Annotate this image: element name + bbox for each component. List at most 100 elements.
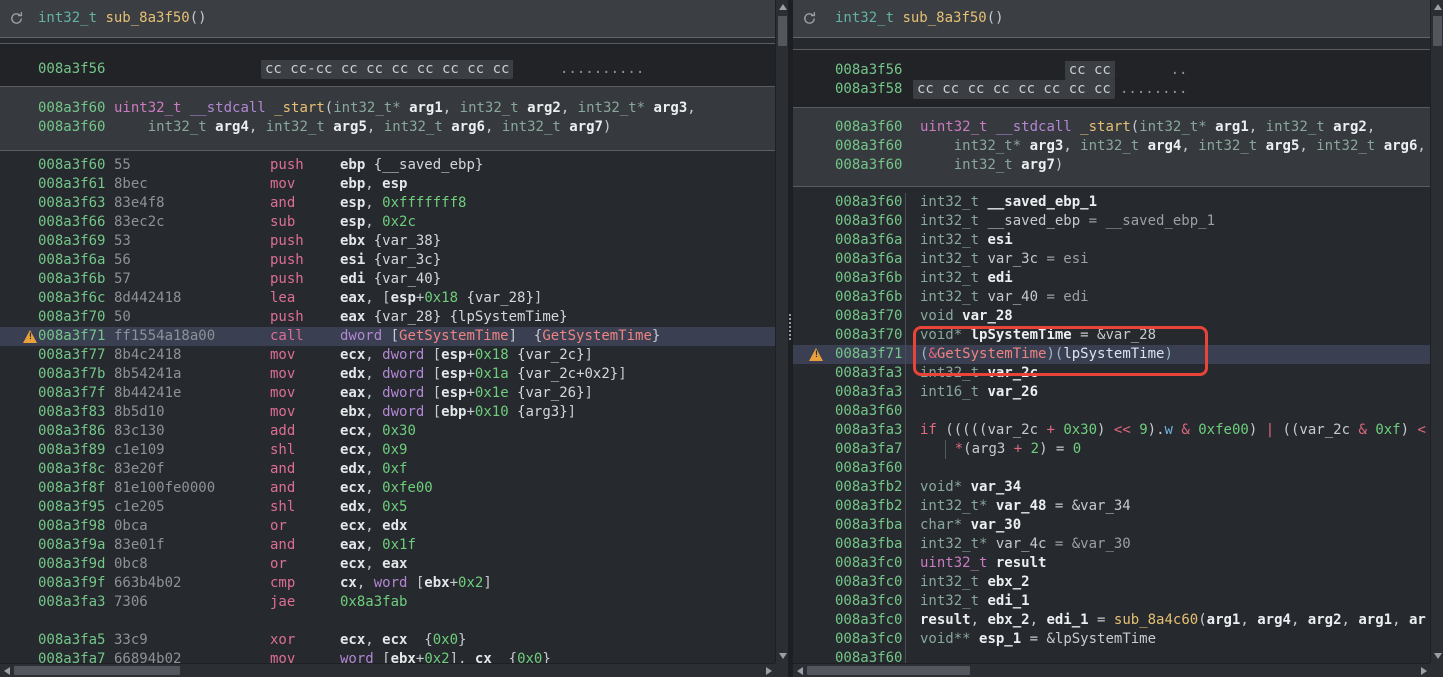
token[interactable]: arg6 <box>451 119 485 135</box>
token[interactable]: ecx <box>340 423 365 439</box>
token[interactable] <box>441 309 449 325</box>
hex-bytes[interactable]: cc cc-cc cc cc cc cc cc cc cc <box>114 60 775 79</box>
address[interactable]: 008a3f58 <box>835 80 905 99</box>
token[interactable]: {arg3} <box>517 404 568 420</box>
address[interactable]: 008a3f60 <box>835 193 905 212</box>
token[interactable]: {__saved_ebp} <box>374 157 484 173</box>
code-text[interactable]: ebp, esp <box>340 175 775 194</box>
code-text[interactable] <box>905 402 1430 421</box>
instruction-bytes[interactable]: 66894b02 <box>114 650 270 663</box>
instruction-bytes[interactable]: 57 <box>114 270 270 289</box>
token[interactable] <box>987 498 995 514</box>
token[interactable]: [ <box>374 651 391 663</box>
token[interactable] <box>509 347 517 363</box>
token[interactable]: , <box>1367 119 1375 135</box>
instruction-bytes[interactable]: 8b44241e <box>114 384 270 403</box>
token[interactable]: esp <box>441 347 466 363</box>
token[interactable]: 0x1e <box>475 385 509 401</box>
code-text[interactable]: result, ebx_2, edi_1 = sub_8a4c60(arg1, … <box>905 611 1430 630</box>
disasm-row[interactable]: 008a3f618becmovebp, esp <box>0 175 775 194</box>
code-text[interactable]: ebx {var_38} <box>340 232 775 251</box>
token[interactable]: int32_t* <box>333 100 400 116</box>
token[interactable]: esp <box>391 290 416 306</box>
token[interactable]: result <box>920 612 971 628</box>
token[interactable]: edi <box>987 270 1012 286</box>
code-text[interactable]: dword [GetSystemTime] {GetSystemTime} <box>340 327 775 346</box>
code-text[interactable]: if (((((var_2c + 0x30) << 9).w & 0xfe00)… <box>905 421 1430 440</box>
token[interactable]: esp <box>340 195 365 211</box>
token[interactable]: ebx <box>424 575 449 591</box>
code-text[interactable]: edx, dword [esp+0x1a {var_2c+0x2}] <box>340 365 775 384</box>
token[interactable]: word <box>340 651 374 663</box>
token[interactable]: ebx <box>340 233 365 249</box>
token[interactable]: {var_40} <box>374 271 441 287</box>
token[interactable]: ebx_2 <box>987 574 1029 590</box>
token[interactable]: 0xfffffff8 <box>382 195 466 211</box>
token[interactable]: ], <box>450 651 475 663</box>
address[interactable]: 008a3fba <box>835 535 905 554</box>
token[interactable]: } <box>652 328 660 344</box>
token[interactable]: | <box>1266 422 1274 438</box>
address[interactable]: 008a3f70 <box>835 326 905 345</box>
token[interactable]: {var_3c} <box>374 252 441 268</box>
token[interactable]: } <box>458 632 466 648</box>
token[interactable]: ecx <box>340 480 365 496</box>
right-vertical-scrollbar[interactable] <box>1430 0 1443 663</box>
token[interactable]: 0x1f <box>382 537 416 553</box>
token[interactable] <box>1139 138 1147 154</box>
token[interactable]: * <box>955 441 963 457</box>
address[interactable]: 008a3f60 <box>835 212 905 231</box>
token[interactable]: } <box>542 651 550 663</box>
instruction-bytes[interactable]: 8b54241a <box>114 365 270 384</box>
disasm-row[interactable]: 008a3fa533c9xorecx, ecx {0x0} <box>0 631 775 650</box>
code-text[interactable]: int32_t edi <box>905 269 1430 288</box>
mnemonic[interactable]: and <box>270 536 340 555</box>
mnemonic[interactable]: sub <box>270 213 340 232</box>
address[interactable]: 008a3fc0 <box>835 554 905 573</box>
token[interactable]: int32_t <box>1316 138 1375 154</box>
hlil-row[interactable]: 008a3f60int32_t __saved_ebp_1 <box>793 193 1430 212</box>
token[interactable] <box>920 138 954 154</box>
address[interactable]: 008a3f71 <box>38 327 114 346</box>
token[interactable]: esi <box>987 232 1012 248</box>
instruction-bytes[interactable]: 83c130 <box>114 422 270 441</box>
token[interactable]: , <box>1063 138 1080 154</box>
token[interactable]: result <box>996 555 1047 571</box>
token[interactable]: arg4 <box>215 119 249 135</box>
token[interactable]: {var_26} <box>517 385 584 401</box>
token[interactable]: + <box>466 404 474 420</box>
refresh-icon[interactable] <box>9 11 24 26</box>
address[interactable]: 008a3f60 <box>835 137 905 156</box>
mnemonic[interactable]: mov <box>270 384 340 403</box>
address[interactable]: 008a3f56 <box>835 61 905 80</box>
token[interactable] <box>509 404 517 420</box>
hlil-row[interactable]: 008a3f58cc cc cc cc cc cc cc cc........ <box>793 80 1430 99</box>
address[interactable]: 008a3f60 <box>835 649 905 663</box>
address[interactable]: 008a3fa3 <box>835 383 905 402</box>
token[interactable]: arg3 <box>654 100 688 116</box>
token[interactable]: ( <box>1198 612 1206 628</box>
token[interactable]: var_40 <box>979 289 1046 305</box>
token[interactable]: = __saved_ebp_1 <box>1089 213 1215 229</box>
token[interactable] <box>1257 138 1265 154</box>
mnemonic[interactable]: mov <box>270 346 340 365</box>
address[interactable]: 008a3f86 <box>38 422 114 441</box>
token[interactable]: int32_t <box>920 593 979 609</box>
token[interactable] <box>325 119 333 135</box>
token[interactable]: arg6 <box>1384 138 1418 154</box>
hlil-row[interactable]: 008a3fc0int32_t edi_1 <box>793 592 1430 611</box>
address[interactable]: 008a3f7b <box>38 365 114 384</box>
code-text[interactable]: int32_t __saved_ebp_1 <box>905 193 1430 212</box>
hlil-row[interactable]: 008a3f60uint32_t __stdcall _start(int32_… <box>793 118 1430 137</box>
token[interactable]: + <box>450 575 458 591</box>
token[interactable]: = edi <box>1046 289 1088 305</box>
token[interactable]: ] <box>585 385 593 401</box>
token[interactable]: edx <box>382 518 407 534</box>
disasm-row[interactable]: 008a3f980bcaorecx, edx <box>0 517 775 536</box>
token[interactable]: esp <box>441 366 466 382</box>
hlil-row[interactable]: 008a3f6bint32_t var_40 = edi <box>793 288 1430 307</box>
token[interactable]: int32_t <box>920 289 979 305</box>
token[interactable]: , <box>249 119 266 135</box>
disasm-row[interactable]: 008a3f7b8b54241amovedx, dword [esp+0x1a … <box>0 365 775 384</box>
address[interactable]: 008a3f6a <box>835 231 905 250</box>
